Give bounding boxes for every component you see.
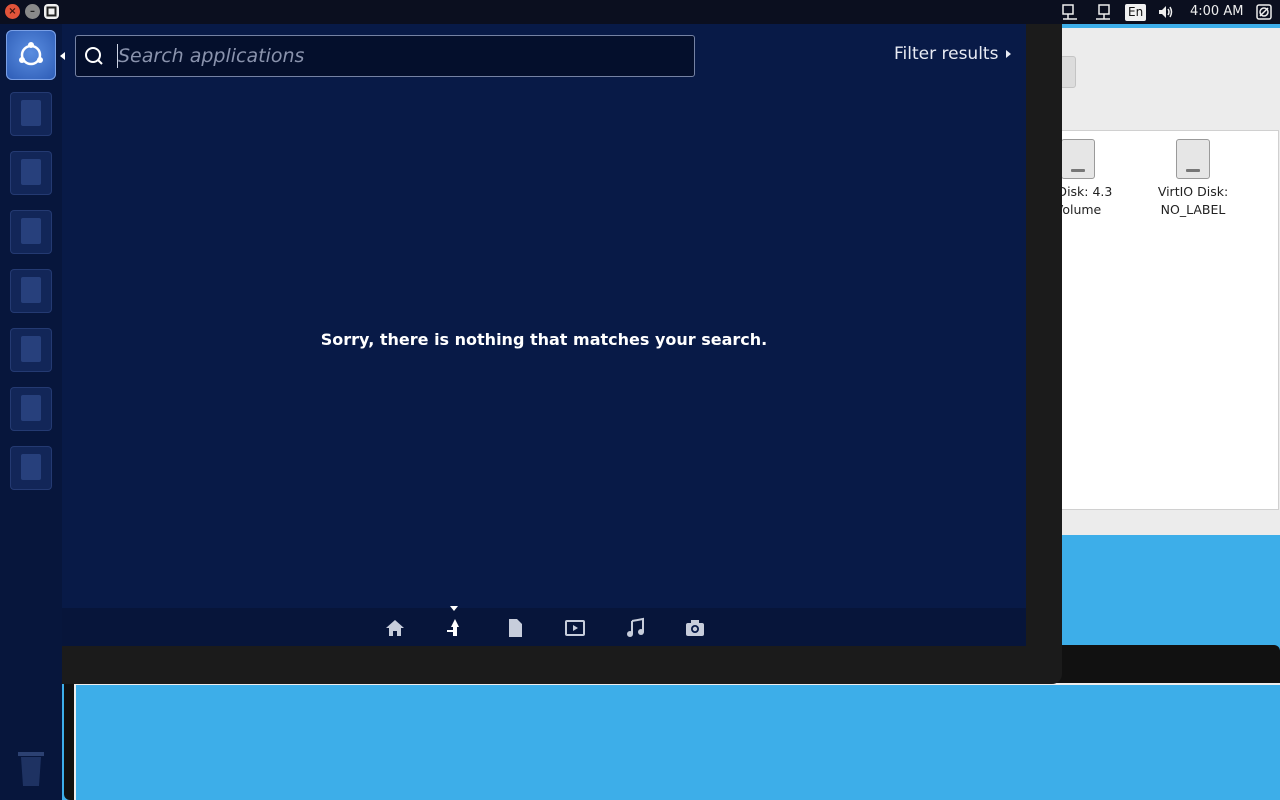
ubuntu-logo-icon: [19, 42, 43, 66]
drive-icon: [1061, 139, 1095, 179]
launcher-item-app-6[interactable]: [10, 387, 52, 431]
volume-icon: [1159, 6, 1173, 18]
app-icon: [21, 159, 41, 185]
music-lens-icon[interactable]: [623, 616, 647, 640]
filter-results-label: Filter results: [894, 44, 999, 64]
lens-bar: [62, 608, 1026, 646]
filter-results-button[interactable]: Filter results: [894, 44, 1012, 64]
session-indicator[interactable]: [1255, 3, 1273, 21]
home-lens-icon[interactable]: [383, 616, 407, 640]
launcher-item-app-4[interactable]: [10, 269, 52, 313]
close-icon: ×: [8, 6, 17, 17]
network-indicator-2[interactable]: [1094, 3, 1112, 21]
video-lens-icon[interactable]: [563, 616, 587, 640]
volume-indicator[interactable]: [1157, 3, 1175, 21]
drive-label-line1: VirtIO Disk:: [1157, 184, 1229, 199]
search-icon: [85, 47, 103, 65]
keyboard-layout-indicator[interactable]: En: [1125, 4, 1147, 21]
clock[interactable]: 4:00 AM: [1190, 4, 1243, 22]
toolbar-field[interactable]: [1060, 56, 1076, 88]
search-input[interactable]: [118, 36, 678, 76]
dash-home-button[interactable]: [6, 30, 56, 80]
launcher-item-app-3[interactable]: [10, 210, 52, 254]
top-panel: × – En 4:00 AM: [0, 0, 1280, 24]
drive-virtio[interactable]: VirtIO Disk: NO_LABEL: [1148, 133, 1238, 219]
trash-icon[interactable]: [12, 744, 50, 788]
minimize-window-button[interactable]: –: [25, 4, 40, 19]
photos-lens-icon[interactable]: [683, 616, 707, 640]
applications-lens-icon[interactable]: [443, 616, 467, 640]
drive-icon: [1176, 139, 1210, 179]
app-icon: [21, 336, 41, 362]
drive-label-line2: NO_LABEL: [1160, 202, 1226, 217]
launcher-item-app-2[interactable]: [10, 151, 52, 195]
session-icon: [1256, 4, 1272, 20]
app-icon: [21, 395, 41, 421]
launcher-item-app-1[interactable]: [10, 92, 52, 136]
network-wired-icon: [1096, 4, 1110, 20]
maximize-window-button[interactable]: [44, 4, 59, 19]
launcher-item-app-5[interactable]: [10, 328, 52, 372]
active-lens-indicator: [450, 606, 458, 611]
network-wired-icon: [1062, 4, 1077, 20]
desktop-window-content: [74, 683, 1280, 800]
app-icon: [21, 218, 41, 244]
arrow-right-icon: [1006, 50, 1012, 58]
maximize-icon: [46, 6, 57, 17]
network-indicator-1[interactable]: [1061, 3, 1079, 21]
launcher: [0, 24, 65, 800]
close-window-button[interactable]: ×: [5, 4, 20, 19]
launcher-item-app-7[interactable]: [10, 446, 52, 490]
minimize-icon: –: [30, 6, 35, 17]
app-icon: [21, 454, 41, 480]
search-box[interactable]: [75, 35, 695, 77]
dash: Filter results Sorry, there is nothing t…: [62, 24, 1062, 684]
dash-main: Filter results Sorry, there is nothing t…: [62, 24, 1026, 646]
active-indicator-icon: [60, 52, 65, 60]
empty-results-message: Sorry, there is nothing that matches you…: [320, 330, 768, 349]
app-icon: [21, 277, 41, 303]
file-view: O Disk: 4.3 Volume VirtIO Disk: NO_LABEL: [1044, 130, 1279, 510]
files-lens-icon[interactable]: [503, 616, 527, 640]
app-icon: [21, 100, 41, 126]
file-manager-window: O Disk: 4.3 Volume VirtIO Disk: NO_LABEL: [1040, 28, 1280, 535]
